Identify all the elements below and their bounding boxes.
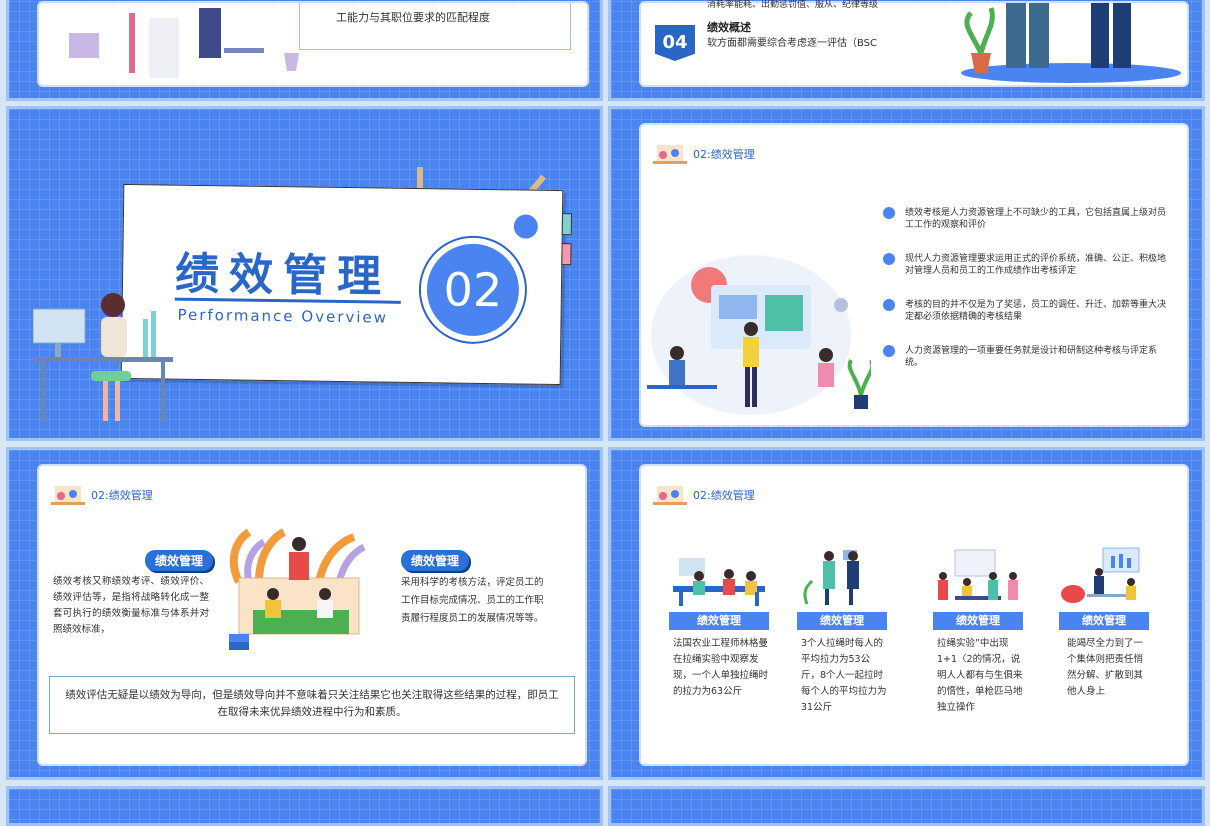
list-item: 考核的目的并不仅是为了奖惩，员工的调任、升迁、加薪等重大决定都必须依据精确的考核… (883, 299, 1173, 323)
prev-item-text: 消耗率能耗、出勤惩罚值、服从、纪律等级 (707, 0, 879, 10)
slide-list[interactable]: 02:绩效管理 绩效考核是人力资源管理上不可缺少的工具，它包括直属上级对员工工作… (608, 106, 1205, 441)
column-label: 绩效管理 (1059, 612, 1149, 630)
column-label: 绩效管理 (933, 612, 1023, 630)
item-title: 绩效概述 (707, 21, 751, 34)
bullet-list: 绩效考核是人力资源管理上不可缺少的工具，它包括直属上级对员工工作的观察和评价 现… (883, 207, 1173, 369)
slide-top-left[interactable]: 工能力与其职位要求的匹配程度 (6, 0, 603, 101)
list-item: 绩效考核是人力资源管理上不可缺少的工具，它包括直属上级对员工工作的观察和评价 (883, 207, 1173, 231)
slide-top-right[interactable]: 消耗率能耗、出勤惩罚值、服从、纪律等级 04 绩效概述 软方面都需要综合考虑逐一… (608, 0, 1205, 101)
left-text: 绩效考核又称绩效考评、绩效评价、绩效评估等，是指将战略转化成一整套可执行的绩效衡… (53, 576, 209, 635)
slide-card: 消耗率能耗、出勤惩罚值、服从、纪律等级 04 绩效概述 软方面都需要综合考虑逐一… (641, 0, 1187, 85)
column-text: 3个人拉绳时每人的平均拉力为53公斤，8个人一起拉时每个人的平均拉力为31公斤 (801, 638, 887, 713)
handshake-icon (803, 550, 859, 605)
header-text: 02:绩效管理 (693, 148, 755, 161)
slide-card: 工能力与其职位要求的匹配程度 (39, 3, 587, 85)
slide-bottom-right-partial[interactable] (608, 786, 1205, 826)
office-illustration (59, 3, 309, 78)
column-label: 绩效管理 (797, 612, 887, 630)
column: 绩效管理 能竭尽全力到了一个集体则把责任悄然分解、扩散到其他人身上 (1059, 546, 1149, 700)
header-text: 02:绩效管理 (693, 489, 755, 502)
caption-box: 工能力与其职位要求的匹配程度 (299, 3, 571, 50)
slide-header: 02:绩效管理 (653, 480, 755, 510)
bullet-dot (883, 253, 895, 265)
right-label: 绩效管理 (401, 550, 470, 571)
column: 绩效管理 拉绳实验”中出现1+1〈2的情况，说明人人都有与生俱来的惰性，单枪匹马… (933, 546, 1023, 716)
team-meeting-illustration (229, 528, 366, 650)
title-card: 绩效管理 Performance Overview 02 (120, 183, 573, 386)
header-text: 02:绩效管理 (91, 489, 153, 502)
item-number: 04 (662, 32, 688, 53)
caption-text: 工能力与其职位要求的匹配程度 (336, 11, 490, 24)
right-text: 采用科学的考核方法，评定员工的工作目标完成情况、员工的工作职责履行程度员工的发展… (401, 577, 544, 624)
whiteboard-team-icon (938, 549, 1018, 600)
slide-bottom-left-partial[interactable] (6, 786, 603, 826)
bullet-dot (883, 299, 895, 311)
column-text: 拉绳实验”中出现1+1〈2的情况，说明人人都有与生俱来的惰性，单枪匹马地独立操作 (937, 638, 1023, 713)
slide-header: 02:绩效管理 (653, 139, 755, 169)
header-icon (51, 486, 85, 505)
slide-two-col[interactable]: 02:绩效管理 绩效管理 绩效考核又称绩效考评、绩效评价、绩效评估等，是指将战略… (6, 447, 603, 780)
slide-card: 02:绩效管理 绩效考核是人力资源管理上不可缺少的工具，它包括直属上级对员工工作… (641, 125, 1187, 425)
corner-dot (513, 214, 538, 239)
list-item-text: 绩效考核是人力资源管理上不可缺少的工具，它包括直属上级对员工工作的观察和评价 (905, 208, 1167, 230)
bottom-box: 绩效评估无疑是以绩效为导向，但是绩效导向并不意味着只关注结果它也关注取得这些结果… (49, 676, 575, 734)
slide-four-col[interactable]: 02:绩效管理 绩效管理 法国农业工程师林格曼在拉绳实验中观察发现，一个人单独拉… (608, 447, 1205, 780)
item-text: 软方面都需要综合考虑逐一评估（BSC (707, 38, 878, 49)
bullet-dot (883, 207, 895, 219)
section-number: 02 (443, 262, 503, 318)
slide-card: 02:绩效管理 绩效管理 法国农业工程师林格曼在拉绳实验中观察发现，一个人单独拉… (641, 466, 1187, 764)
bottom-text: 绩效评估无疑是以绩效为导向，但是绩效导向并不意味着只关注结果它也关注取得这些结果… (65, 689, 559, 718)
column: 绩效管理 3个人拉绳时每人的平均拉力为53公斤，8个人一起拉时每个人的平均拉力为… (797, 546, 887, 716)
column-text: 法国农业工程师林格曼在拉绳实验中观察发现，一个人单独拉绳时的拉力为63公斤 (673, 638, 769, 697)
list-item: 现代人力资源管理要求运用正式的评价系统，准确、公正、积极地对管理人员和员工的工作… (883, 253, 1173, 277)
subtitle: Performance Overview (177, 305, 389, 327)
list-item-text: 考核的目的并不仅是为了奖惩，员工的调任、升迁、加薪等重大决定都必须依据精确的考核… (905, 300, 1167, 322)
bullet-dot (883, 345, 895, 357)
header-icon (653, 486, 687, 505)
header-icon (653, 145, 687, 164)
meeting-table-icon (673, 558, 765, 606)
side-tab-teal (561, 213, 573, 236)
side-tab-pink (561, 243, 572, 266)
item-number-badge: 04 (655, 25, 695, 61)
list-item-text: 现代人力资源管理要求运用正式的评价系统，准确、公正、积极地对管理人员和员工的工作… (905, 254, 1167, 276)
column-label: 绩效管理 (669, 612, 769, 630)
slide-card: 02:绩效管理 绩效管理 绩效考核又称绩效考评、绩效评价、绩效评估等，是指将战略… (39, 466, 585, 764)
list-item: 人力资源管理的一项重要任务就是设计和研制这种考核与评定系统。 (883, 345, 1173, 369)
list-item-text: 人力资源管理的一项重要任务就是设计和研制这种考核与评定系统。 (905, 346, 1158, 368)
people-illustration (961, 3, 1181, 83)
presentation-team-icon (1061, 547, 1140, 603)
team-presentation-illustration (647, 255, 871, 415)
column-text: 能竭尽全力到了一个集体则把责任悄然分解、扩散到其他人身上 (1067, 638, 1144, 697)
column: 绩效管理 法国农业工程师林格曼在拉绳实验中观察发现，一个人单独拉绳时的拉力为63… (669, 546, 769, 700)
left-label: 绩效管理 (145, 550, 214, 571)
title: 绩效管理 (174, 248, 392, 303)
slide-title[interactable]: 绩效管理 Performance Overview 02 (6, 106, 603, 441)
slide-header: 02:绩效管理 (51, 480, 153, 510)
woman-at-desk-illustration (33, 293, 173, 422)
